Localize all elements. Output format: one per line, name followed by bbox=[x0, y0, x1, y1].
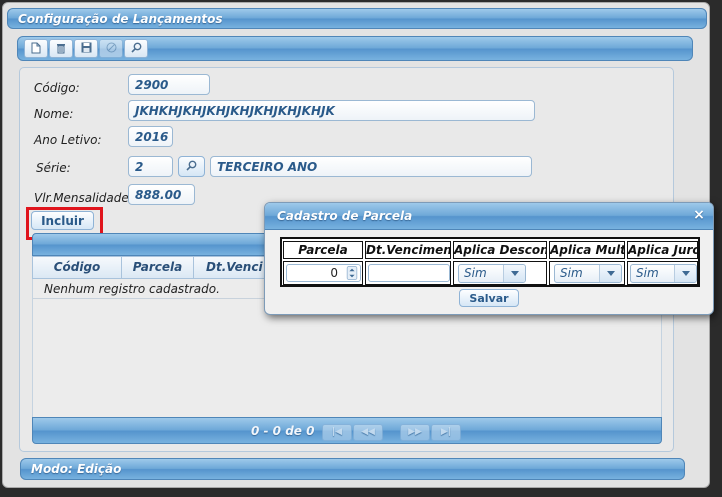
search-icon bbox=[130, 42, 141, 53]
dropdown-arrow[interactable] bbox=[503, 265, 525, 282]
aplica-juros-value: Sim bbox=[636, 266, 659, 280]
serie-label: Série: bbox=[36, 161, 71, 175]
cell-aplica-multa: Sim bbox=[549, 261, 625, 285]
pager-text: 0 - 0 de 0 bbox=[251, 424, 315, 438]
ano-letivo-field[interactable]: 2016 bbox=[128, 126, 173, 147]
save-button[interactable] bbox=[74, 39, 98, 58]
window-title: Configuração de Lançamentos bbox=[7, 8, 707, 29]
next-page-button[interactable]: ▶▶ bbox=[400, 424, 430, 441]
mensalidade-label: Vlr.Mensalidade: bbox=[34, 191, 133, 205]
cell-aplica-juros: Sim bbox=[627, 261, 698, 285]
dt-vencimento-input[interactable] bbox=[368, 264, 450, 282]
status-bar: Modo: Edição bbox=[20, 458, 685, 480]
ano-letivo-label: Ano Letivo: bbox=[34, 133, 102, 147]
toolbar bbox=[17, 36, 693, 61]
nome-label: Nome: bbox=[34, 107, 74, 121]
column-codigo[interactable]: Código bbox=[33, 257, 122, 278]
chevron-down-icon bbox=[606, 271, 615, 276]
serie-name-field: TERCEIRO ANO bbox=[210, 156, 532, 177]
new-button[interactable] bbox=[24, 39, 48, 58]
cadastro-parcela-dialog: Cadastro de Parcela × Parcela Dt.Vencime… bbox=[264, 202, 714, 315]
disabled-icon bbox=[106, 42, 116, 53]
delete-button[interactable] bbox=[49, 39, 73, 58]
dialog-title-text: Cadastro de Parcela bbox=[277, 209, 413, 223]
parcela-table: Parcela Dt.Vencimento Aplica Desconto Ap… bbox=[280, 237, 700, 287]
cell-dt-vencimento bbox=[365, 261, 451, 285]
aplica-desconto-select[interactable]: Sim bbox=[458, 264, 526, 283]
last-page-button[interactable]: ▶| bbox=[431, 424, 461, 441]
incluir-button[interactable]: Incluir bbox=[31, 211, 94, 230]
chevron-down-icon bbox=[510, 271, 519, 276]
dialog-title: Cadastro de Parcela × bbox=[265, 203, 713, 230]
serie-code-field[interactable]: 2 bbox=[128, 156, 173, 177]
cell-aplica-desconto: Sim bbox=[453, 261, 547, 285]
save-icon bbox=[81, 42, 91, 53]
column-dt-vencimento[interactable]: Dt.Venci bbox=[194, 257, 274, 278]
salvar-button[interactable]: Salvar bbox=[459, 289, 519, 307]
new-document-icon bbox=[31, 42, 41, 54]
nome-field[interactable]: JKHKHJKHJKHJKHJKHJKHJKHJK bbox=[128, 100, 535, 121]
prev-page-button[interactable]: ◀◀ bbox=[353, 424, 383, 441]
search-button[interactable] bbox=[124, 39, 148, 58]
codigo-label: Código: bbox=[34, 81, 80, 95]
cancel-button[interactable] bbox=[99, 39, 123, 58]
aplica-multa-value: Sim bbox=[560, 266, 583, 280]
header-parcela: Parcela bbox=[283, 241, 363, 259]
first-page-button[interactable]: |◀ bbox=[322, 424, 352, 441]
aplica-multa-select[interactable]: Sim bbox=[554, 264, 622, 283]
header-aplica-desconto: Aplica Desconto bbox=[453, 241, 547, 259]
header-aplica-juros: Aplica Juros bbox=[627, 241, 698, 259]
column-parcela[interactable]: Parcela bbox=[122, 257, 194, 278]
dropdown-arrow[interactable] bbox=[674, 265, 696, 282]
header-aplica-multa: Aplica Multa bbox=[549, 241, 625, 259]
grid-pager: 0 - 0 de 0 |◀ ◀◀ ▶▶ ▶| bbox=[32, 417, 662, 444]
close-icon[interactable]: × bbox=[692, 208, 706, 222]
spinner-arrows-icon[interactable] bbox=[345, 266, 359, 280]
mensalidade-field[interactable]: 888.00 bbox=[128, 184, 195, 205]
chevron-down-icon bbox=[681, 271, 690, 276]
aplica-juros-select[interactable]: Sim bbox=[630, 264, 697, 283]
codigo-field[interactable]: 2900 bbox=[128, 74, 210, 95]
trash-icon bbox=[57, 44, 65, 54]
aplica-desconto-value: Sim bbox=[464, 266, 487, 280]
cell-parcela: 0 bbox=[283, 261, 363, 285]
dropdown-arrow[interactable] bbox=[599, 265, 621, 282]
header-dt-vencimento: Dt.Vencimento bbox=[365, 241, 451, 259]
search-icon bbox=[186, 160, 197, 171]
serie-search-button[interactable] bbox=[178, 156, 205, 177]
